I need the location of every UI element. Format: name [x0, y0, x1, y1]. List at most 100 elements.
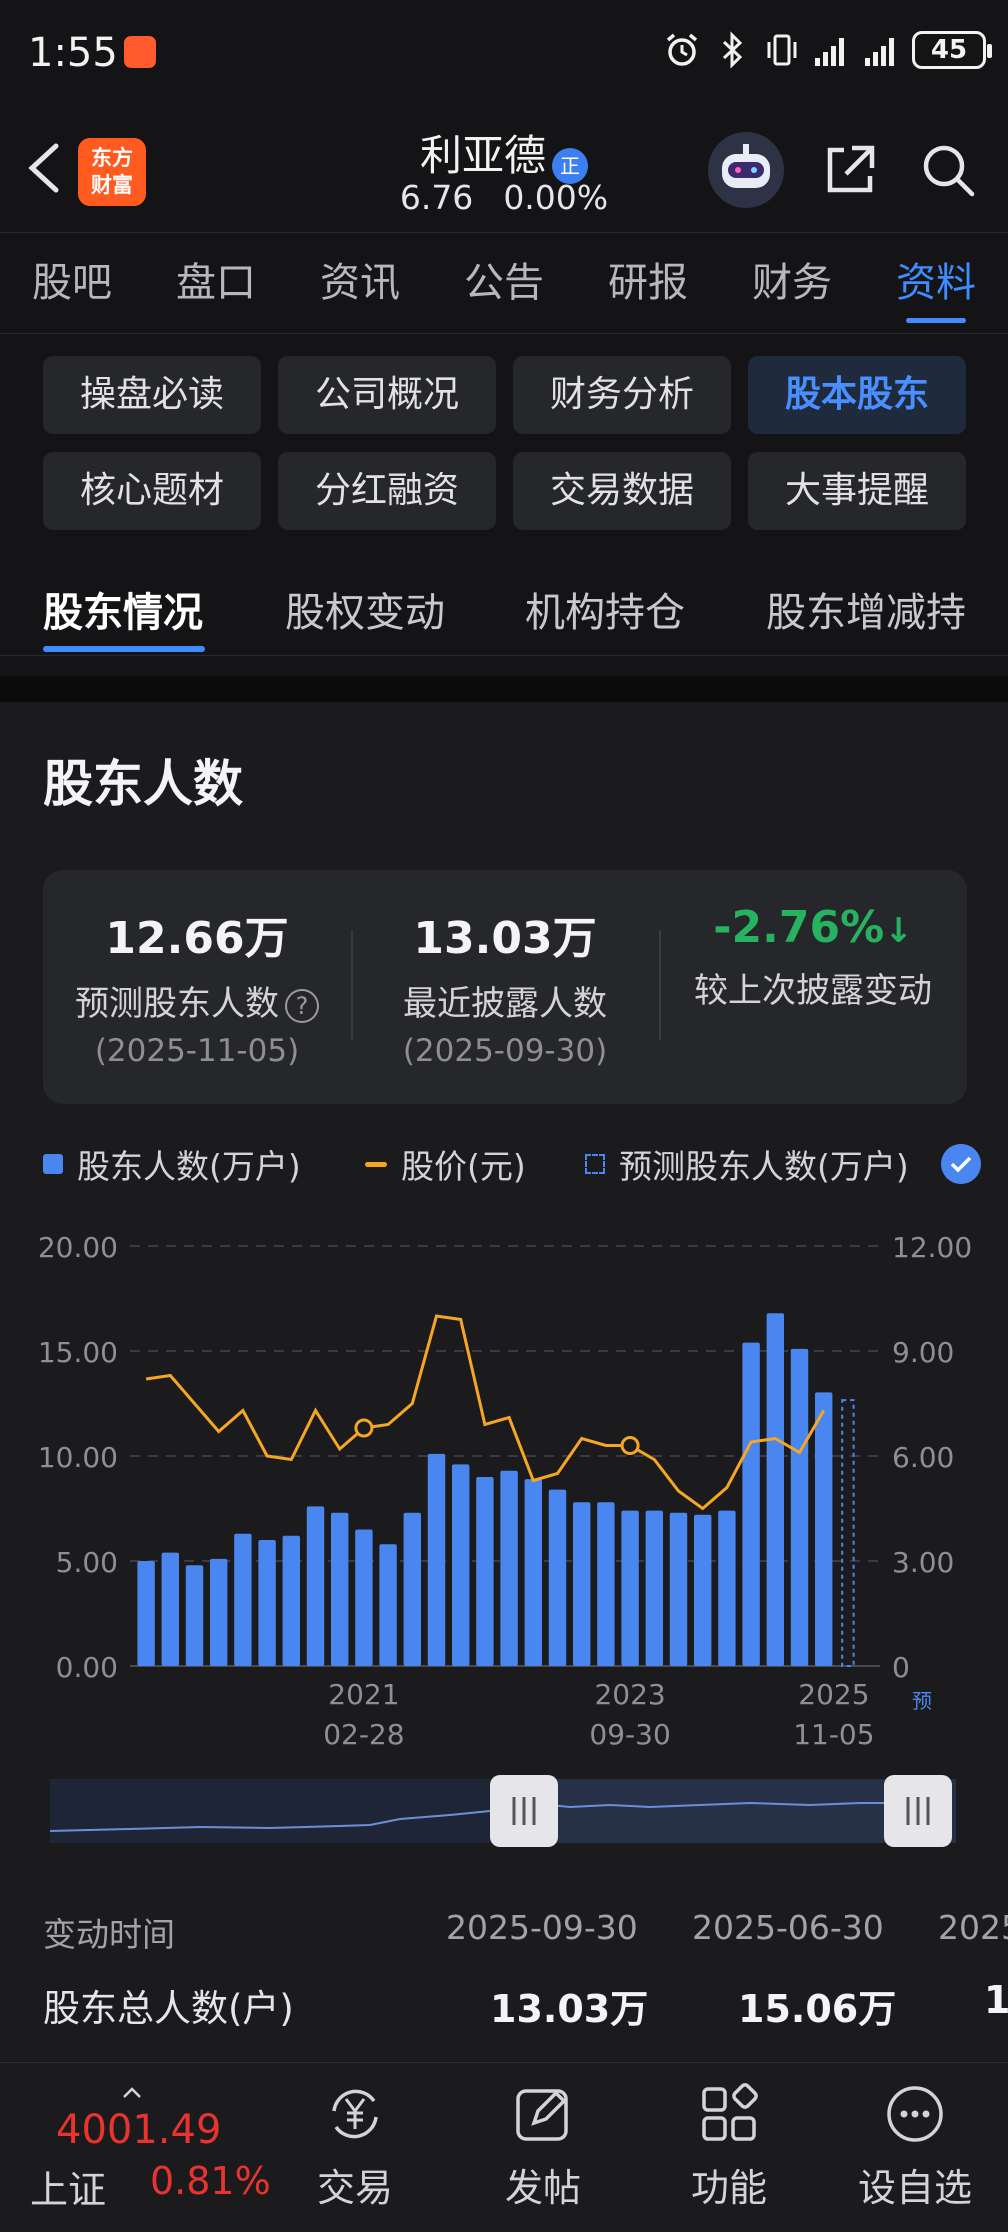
predicted-label-row: 预测股东人数?: [43, 976, 351, 1025]
left-tick-label: 10.00: [38, 1441, 118, 1474]
change-label: 较上次披露变动: [694, 971, 932, 1011]
right-tick-label: 6.00: [892, 1441, 954, 1474]
left-tick-label: 0.00: [56, 1651, 118, 1684]
sub-must-read-button[interactable]: 操盘必读: [43, 356, 261, 434]
shareholder-chart[interactable]: 20.00 15.00 10.00 5.00 0.00 12.00 9.00 6.00 3.00…: [0, 1210, 1008, 1770]
sub-financial-analysis-button[interactable]: 财务分析: [513, 356, 731, 434]
x-tick-date: 11-05: [793, 1718, 874, 1751]
holder-bar: [137, 1561, 155, 1666]
bottom-nav: 4001.49 上证 0.81% 交易 发帖 功能 设自选: [0, 2062, 1008, 2232]
stock-header: 东方 财富 利亚德正 6.76 0.00%: [0, 110, 1008, 232]
tab-institutional-holdings[interactable]: 机构持仓: [525, 580, 685, 638]
tab-shareholders[interactable]: 股东情况: [43, 580, 203, 638]
dashed-swatch: [585, 1154, 605, 1174]
holder-bar: [548, 1489, 567, 1666]
legend-price-label: 股价(元): [401, 1147, 526, 1186]
share-icon[interactable]: [818, 138, 882, 202]
alarm-icon: [666, 33, 698, 66]
table-date: 2025-09-30: [446, 1908, 638, 1947]
tab-equity-changes[interactable]: 股权变动: [285, 580, 445, 638]
left-tick-label: 5.00: [56, 1546, 118, 1579]
legend-price[interactable]: 股价(元): [365, 1140, 526, 1188]
ai-assistant-icon[interactable]: [708, 132, 784, 208]
holder-bar: [185, 1565, 204, 1666]
holder-bar: [355, 1529, 373, 1666]
sub-core-themes-button[interactable]: 核心题材: [43, 452, 261, 530]
predicted-date: (2025-11-05): [94, 1033, 300, 1069]
check-icon[interactable]: [941, 1144, 981, 1184]
battery-level: 45: [930, 35, 968, 65]
table-row-label: 股东总人数(户): [43, 1987, 294, 2030]
right-tick-label: 12.00: [892, 1231, 972, 1264]
stock-change: 0.00%: [503, 178, 609, 217]
more-circle-icon: [887, 2086, 943, 2142]
right-tick-label: 9.00: [892, 1336, 954, 1369]
holder-bar: [524, 1479, 543, 1666]
range-unselected: [50, 1779, 524, 1843]
nav-functions[interactable]: 功能: [654, 2081, 804, 2212]
help-icon[interactable]: ?: [285, 988, 319, 1023]
legend-holders[interactable]: 股东人数(万户): [43, 1140, 301, 1188]
profile-sub-menu: 操盘必读 公司概况 财务分析 股本股东 核心题材 分红融资 交易数据 大事提醒: [43, 356, 967, 530]
tab-news[interactable]: 资讯: [288, 233, 432, 333]
holder-bar: [669, 1512, 688, 1666]
page-title: 股东人数: [43, 755, 243, 813]
index-value: 4001.49: [56, 2107, 222, 2153]
caret-up-icon: [123, 2087, 141, 2098]
sub-company-overview-button[interactable]: 公司概况: [278, 356, 496, 434]
table-date: 2025: [938, 1908, 1008, 1947]
latest-date: (2025-09-30): [402, 1033, 608, 1069]
holder-bar: [645, 1510, 664, 1666]
latest-label: 最近披露人数: [403, 984, 607, 1024]
holder-bar: [814, 1392, 833, 1666]
stat-predicted: 12.66万 预测股东人数? (2025-11-05): [43, 870, 351, 1104]
holder-bar: [597, 1502, 615, 1666]
sub-trading-data-button[interactable]: 交易数据: [513, 452, 731, 530]
sub-share-capital-button[interactable]: 股本股东: [748, 356, 966, 434]
x-tick-date: 02-28: [323, 1718, 404, 1751]
battery-indicator: 45: [912, 31, 992, 69]
tab-guba[interactable]: 股吧: [0, 233, 144, 333]
holder-bar: [451, 1464, 470, 1666]
tab-finance[interactable]: 财务: [720, 233, 864, 333]
nav-trade[interactable]: 交易: [280, 2081, 430, 2212]
tab-announcements[interactable]: 公告: [432, 233, 576, 333]
holder-bar: [742, 1342, 760, 1666]
legend-holders-label: 股东人数(万户): [77, 1147, 301, 1186]
index-change: 0.81%: [150, 2159, 271, 2203]
section-tabs: 股东情况 股权变动 机构持仓 股东增减持: [0, 566, 1008, 656]
change-value: -2.76%: [713, 902, 885, 953]
table-cell: 13.03万: [490, 1987, 649, 2031]
price-marker: [620, 1436, 640, 1455]
holder-bar: [790, 1348, 809, 1666]
nav-functions-label: 功能: [690, 2166, 767, 2210]
section-divider: [0, 676, 1008, 702]
sub-dividend-button[interactable]: 分红融资: [278, 452, 496, 530]
stats-card: 12.66万 预测股东人数? (2025-11-05) 13.03万 最近披露人…: [43, 870, 967, 1104]
sub-events-button[interactable]: 大事提醒: [748, 452, 966, 530]
holder-bar: [766, 1313, 785, 1666]
index-ticker[interactable]: 4001.49 上证 0.81%: [30, 2083, 290, 2212]
holder-bar: [234, 1533, 252, 1666]
nav-post[interactable]: 发帖: [468, 2081, 618, 2212]
legend-predicted[interactable]: 预测股东人数(万户): [585, 1140, 909, 1188]
range-slider[interactable]: [50, 1775, 956, 1847]
holder-bar: [379, 1544, 397, 1666]
nav-watchlist[interactable]: 设自选: [840, 2081, 990, 2212]
right-tick-label: 0: [892, 1651, 910, 1684]
tab-research[interactable]: 研报: [576, 233, 720, 333]
vibrate-icon: [767, 34, 797, 66]
edit-icon: [516, 2089, 568, 2141]
holder-bar: [330, 1512, 349, 1666]
status-icons: 45: [662, 30, 992, 70]
tab-pankou[interactable]: 盘口: [144, 233, 288, 333]
x-tick-year: 2025: [798, 1678, 869, 1711]
predicted-label: 预测股东人数: [75, 984, 279, 1024]
tab-holding-changes[interactable]: 股东增减持: [766, 580, 966, 638]
holder-bar: [306, 1506, 325, 1666]
tab-profile[interactable]: 资料: [864, 233, 1008, 333]
search-icon[interactable]: [916, 138, 980, 202]
yuan-exchange-icon: [332, 2089, 378, 2139]
table-cell: 1: [984, 1978, 1008, 2022]
holder-bar: [161, 1552, 180, 1666]
